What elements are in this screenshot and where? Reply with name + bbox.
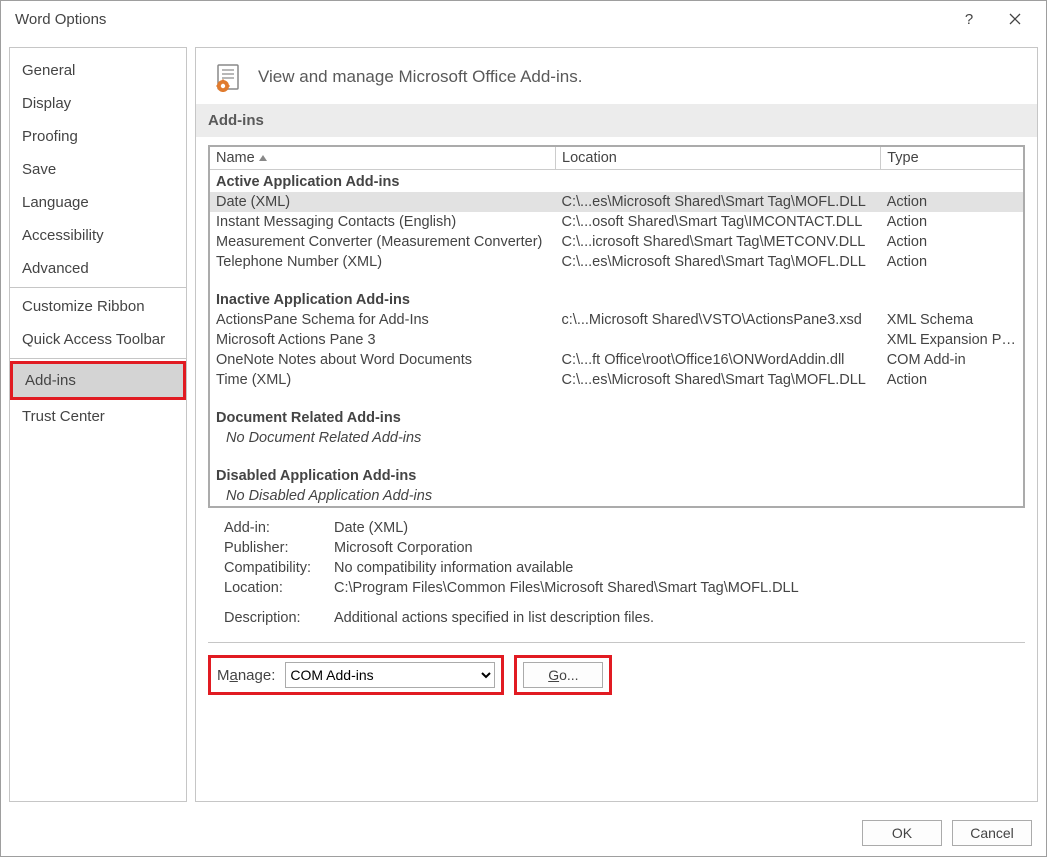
go-button[interactable]: Go... <box>523 662 603 688</box>
group-active: Active Application Add-ins <box>210 170 1023 193</box>
no-disabled-addins: No Disabled Application Add-ins <box>210 486 1023 506</box>
manage-row: Manage: COM Add-ins Go... <box>208 642 1025 705</box>
sidebar-item-advanced[interactable]: Advanced <box>10 252 186 285</box>
sidebar-item-addins[interactable]: Add-ins <box>10 361 186 400</box>
section-addins-label: Add-ins <box>196 104 1037 137</box>
titlebar: Word Options ? <box>1 1 1046 37</box>
sidebar-item-customize-ribbon[interactable]: Customize Ribbon <box>10 290 186 323</box>
ok-button[interactable]: OK <box>862 820 942 846</box>
group-inactive: Inactive Application Add-ins <box>210 288 1023 310</box>
sidebar-item-trust-center[interactable]: Trust Center <box>10 400 186 433</box>
manage-combo[interactable]: COM Add-ins <box>285 662 495 688</box>
content-panel: View and manage Microsoft Office Add-ins… <box>195 47 1038 802</box>
help-button[interactable]: ? <box>946 4 992 34</box>
label-publisher: Publisher: <box>224 540 334 556</box>
addins-table-wrap: Name Location Type Active Application Ad… <box>208 145 1025 508</box>
no-doc-addins: No Document Related Add-ins <box>210 428 1023 448</box>
sidebar-item-accessibility[interactable]: Accessibility <box>10 219 186 252</box>
value-location: C:\Program Files\Common Files\Microsoft … <box>334 580 799 596</box>
value-description: Additional actions specified in list des… <box>334 610 654 626</box>
sidebar-item-general[interactable]: General <box>10 54 186 87</box>
addin-details: Add-in:Date (XML) Publisher:Microsoft Co… <box>196 512 1037 634</box>
table-row[interactable]: Instant Messaging Contacts (English)C:\.… <box>210 212 1023 232</box>
value-compat: No compatibility information available <box>334 560 573 576</box>
col-header-type[interactable]: Type <box>881 147 1023 170</box>
cancel-button[interactable]: Cancel <box>952 820 1032 846</box>
value-publisher: Microsoft Corporation <box>334 540 473 556</box>
table-row[interactable]: Measurement Converter (Measurement Conve… <box>210 232 1023 252</box>
value-addin: Date (XML) <box>334 520 408 536</box>
manage-label: Manage: <box>217 667 275 684</box>
table-row[interactable]: Telephone Number (XML)C:\...es\Microsoft… <box>210 252 1023 272</box>
sidebar-separator <box>10 358 186 359</box>
page-heading: View and manage Microsoft Office Add-ins… <box>196 48 1037 104</box>
col-header-location[interactable]: Location <box>556 147 881 170</box>
sort-asc-icon <box>259 155 267 161</box>
table-row[interactable]: Date (XML)C:\...es\Microsoft Shared\Smar… <box>210 192 1023 212</box>
table-row[interactable]: OneNote Notes about Word DocumentsC:\...… <box>210 350 1023 370</box>
col-header-name[interactable]: Name <box>210 147 556 170</box>
group-document: Document Related Add-ins <box>210 406 1023 428</box>
table-row[interactable]: ActionsPane Schema for Add-Insc:\...Micr… <box>210 310 1023 330</box>
dialog-footer: OK Cancel <box>1 810 1046 856</box>
heading-text: View and manage Microsoft Office Add-ins… <box>258 67 582 87</box>
label-compat: Compatibility: <box>224 560 334 576</box>
label-location: Location: <box>224 580 334 596</box>
close-button[interactable] <box>992 4 1038 34</box>
addins-table: Name Location Type Active Application Ad… <box>210 147 1023 506</box>
label-description: Description: <box>224 610 334 626</box>
sidebar-item-save[interactable]: Save <box>10 153 186 186</box>
sidebar-separator <box>10 287 186 288</box>
word-options-dialog: Word Options ? General Display Proofing … <box>0 0 1047 857</box>
sidebar-item-quick-access-toolbar[interactable]: Quick Access Toolbar <box>10 323 186 356</box>
sidebar: General Display Proofing Save Language A… <box>9 47 187 802</box>
sidebar-item-language[interactable]: Language <box>10 186 186 219</box>
table-row[interactable]: Microsoft Actions Pane 3XML Expansion Pa… <box>210 330 1023 350</box>
label-addin: Add-in: <box>224 520 334 536</box>
table-row[interactable]: Time (XML)C:\...es\Microsoft Shared\Smar… <box>210 370 1023 390</box>
sidebar-item-display[interactable]: Display <box>10 87 186 120</box>
addins-icon <box>214 62 244 92</box>
close-icon <box>1009 13 1021 25</box>
group-disabled: Disabled Application Add-ins <box>210 464 1023 486</box>
sidebar-item-proofing[interactable]: Proofing <box>10 120 186 153</box>
window-title: Word Options <box>15 11 946 28</box>
